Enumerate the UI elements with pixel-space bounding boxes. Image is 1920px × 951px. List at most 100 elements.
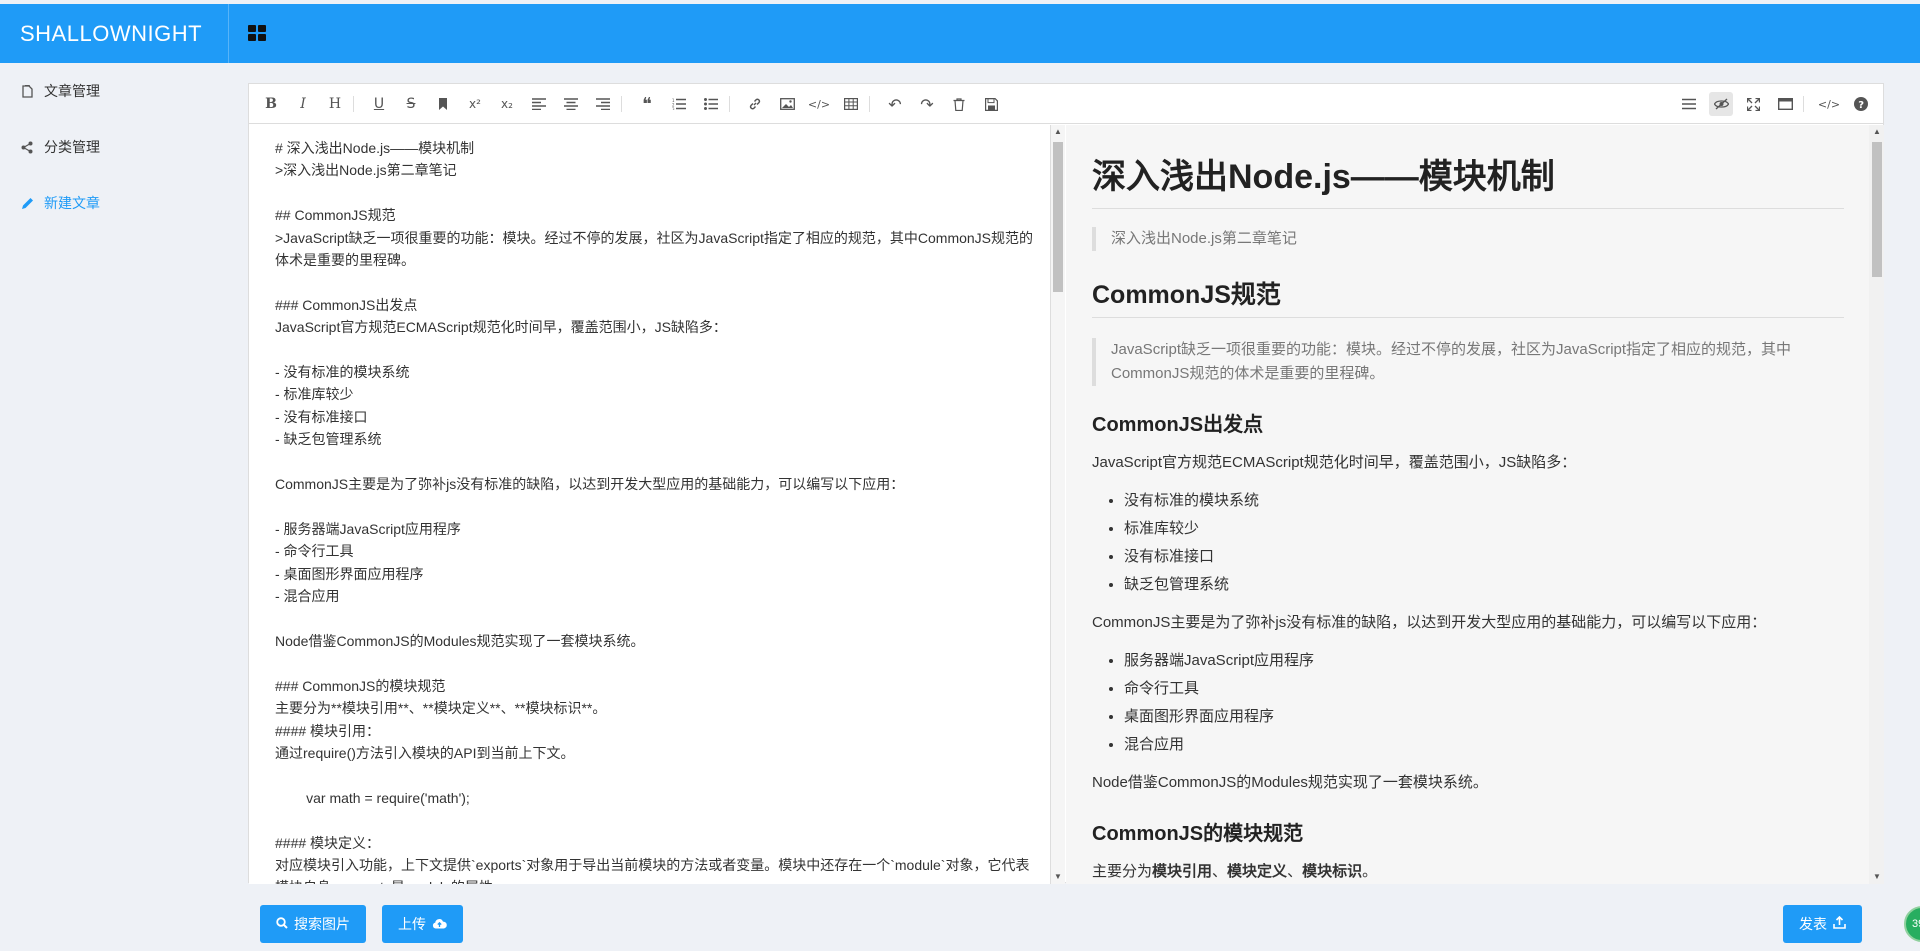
preview-toggle-icon[interactable] <box>1709 92 1733 116</box>
sidebar-item-label: 文章管理 <box>44 83 100 99</box>
upload-button[interactable]: 上传 <box>382 905 463 943</box>
superscript-icon[interactable]: x² <box>463 92 487 116</box>
window-icon[interactable] <box>1773 92 1797 116</box>
list-item: 缺乏包管理系统 <box>1124 571 1844 599</box>
bold-icon[interactable]: B <box>259 92 283 116</box>
subscript-icon[interactable]: x₂ <box>495 92 519 116</box>
list-item: 桌面图形界面应用程序 <box>1124 703 1844 731</box>
scroll-down-arrow-icon[interactable]: ▼ <box>1872 872 1882 882</box>
sidebar-item-label: 新建文章 <box>44 195 100 211</box>
publish-button[interactable]: 发表 <box>1783 905 1862 943</box>
list-item: 混合应用 <box>1124 731 1844 759</box>
bold-text: 模块定义 <box>1227 863 1288 880</box>
svg-text:3: 3 <box>672 107 675 110</box>
bottom-action-bar: 搜索图片 上传 发表 <box>248 897 1884 947</box>
quote-icon[interactable]: ❝ <box>635 92 659 116</box>
scrollbar-thumb[interactable] <box>1872 142 1882 277</box>
preview-quote: 深入浅出Node.js第二章笔记 <box>1092 227 1844 251</box>
trash-icon[interactable] <box>947 92 971 116</box>
text-span: 、 <box>1212 863 1228 880</box>
scroll-up-arrow-icon[interactable]: ▲ <box>1872 127 1882 137</box>
sidebar: 文章管理 分类管理 新建文章 <box>0 63 229 951</box>
floating-badge[interactable]: 39 <box>1904 906 1920 942</box>
list-item: 服务器端JavaScript应用程序 <box>1124 647 1844 675</box>
preview-list: 没有标准的模块系统 标准库较少 没有标准接口 缺乏包管理系统 <box>1092 487 1844 599</box>
preview-list: 服务器端JavaScript应用程序 命令行工具 桌面图形界面应用程序 混合应用 <box>1092 647 1844 759</box>
text-span: 。 <box>1362 863 1378 880</box>
toolbar-divider <box>729 96 730 112</box>
unordered-list-icon[interactable] <box>699 92 723 116</box>
heading-icon[interactable]: H <box>323 92 347 116</box>
toolbar-divider <box>1803 96 1804 112</box>
list-item: 命令行工具 <box>1124 675 1844 703</box>
brand-logo[interactable]: SHALLOWNIGHT <box>0 4 229 63</box>
preview-paragraph: CommonJS主要是为了弥补js没有标准的缺陷，以达到开发大型应用的基础能力，… <box>1092 614 1767 631</box>
link-icon[interactable] <box>743 92 767 116</box>
redo-icon[interactable]: ↷ <box>915 92 939 116</box>
preview-content: 深入浅出Node.js——模块机制 深入浅出Node.js第二章笔记 Commo… <box>1092 149 1844 884</box>
text-span: 主要分为 <box>1092 863 1153 880</box>
sidebar-item-articles[interactable]: 文章管理 <box>0 63 229 119</box>
upload-icon <box>1833 915 1846 932</box>
list-item: 标准库较少 <box>1124 515 1844 543</box>
undo-icon[interactable]: ↶ <box>883 92 907 116</box>
scroll-up-arrow-icon[interactable]: ▲ <box>1053 127 1063 137</box>
bold-text: 模块标识 <box>1302 863 1363 880</box>
grid-icon[interactable] <box>248 25 268 43</box>
ordered-list-icon[interactable]: 123 <box>667 92 691 116</box>
preview-paragraph: 主要分为模块引用、模块定义、模块标识。 <box>1092 860 1844 884</box>
align-right-icon[interactable] <box>591 92 615 116</box>
image-icon[interactable] <box>775 92 799 116</box>
italic-icon[interactable]: I <box>291 92 315 116</box>
list-item: 没有标准的模块系统 <box>1124 487 1844 515</box>
preview-quote: JavaScript缺乏一项很重要的功能：模块。经过不停的发展，社区为JavaS… <box>1092 338 1844 386</box>
search-icon <box>276 916 288 932</box>
upload-label: 上传 <box>398 916 426 932</box>
cloud-upload-icon <box>432 916 447 932</box>
preview-scrollbar[interactable]: ▲ ▼ <box>1869 125 1884 884</box>
preview-h3: CommonJS出发点 <box>1092 414 1264 436</box>
search-images-label: 搜索图片 <box>294 916 350 932</box>
save-icon[interactable] <box>979 92 1003 116</box>
preview-paragraph: Node借鉴CommonJS的Modules规范实现了一套模块系统。 <box>1092 774 1488 791</box>
strikethrough-icon[interactable]: S <box>399 92 423 116</box>
toolbar-divider <box>353 96 354 112</box>
underline-icon[interactable]: U <box>367 92 391 116</box>
sidebar-item-label: 分类管理 <box>44 139 100 155</box>
markdown-editor: B I H U S x² x₂ ❝ 123 </> ↶ ↷ </> ? # 深入… <box>248 83 1884 884</box>
preview-paragraph: JavaScript官方规范ECMAScript规范化时间早，覆盖范围小，JS缺… <box>1092 454 1577 471</box>
text-span: 、 <box>1287 863 1303 880</box>
scrollbar-thumb[interactable] <box>1053 142 1063 292</box>
sidebar-item-categories[interactable]: 分类管理 <box>0 119 229 175</box>
align-left-icon[interactable] <box>527 92 551 116</box>
markdown-source-text[interactable]: # 深入浅出Node.js——模块机制 >深入浅出Node.js第二章笔记 ##… <box>275 137 1035 884</box>
align-center-icon[interactable] <box>559 92 583 116</box>
preview-h2: CommonJS规范 <box>1092 275 1844 318</box>
file-icon <box>20 84 34 98</box>
search-images-button[interactable]: 搜索图片 <box>260 905 366 943</box>
pencil-icon <box>20 196 34 210</box>
svg-text:?: ? <box>1858 100 1864 111</box>
list-item: 没有标准接口 <box>1124 543 1844 571</box>
code-icon[interactable]: </> <box>807 92 831 116</box>
help-icon[interactable]: ? <box>1849 92 1873 116</box>
preview-h3: CommonJS的模块规范 <box>1092 823 1304 845</box>
preview-h1: 深入浅出Node.js——模块机制 <box>1092 149 1844 209</box>
html-code-icon[interactable]: </> <box>1817 92 1841 116</box>
markdown-source-pane[interactable]: # 深入浅出Node.js——模块机制 >深入浅出Node.js第二章笔记 ##… <box>249 125 1051 884</box>
bold-text: 模块引用 <box>1152 863 1213 880</box>
scroll-down-arrow-icon[interactable]: ▼ <box>1053 872 1063 882</box>
sidebar-item-new-article[interactable]: 新建文章 <box>0 175 229 231</box>
toolbar-divider <box>869 96 870 112</box>
toolbar-divider <box>621 96 622 112</box>
preview-pane: 深入浅出Node.js——模块机制 深入浅出Node.js第二章笔记 Commo… <box>1066 125 1884 884</box>
editor-toolbar: B I H U S x² x₂ ❝ 123 </> ↶ ↷ </> ? <box>249 84 1883 124</box>
publish-label: 发表 <box>1799 916 1827 932</box>
top-bar: SHALLOWNIGHT <box>0 4 1920 63</box>
table-icon[interactable] <box>839 92 863 116</box>
source-scrollbar[interactable]: ▲ ▼ <box>1051 125 1065 884</box>
share-icon <box>20 140 34 154</box>
navigation-icon[interactable] <box>1677 92 1701 116</box>
bookmark-icon[interactable] <box>431 92 455 116</box>
fullscreen-icon[interactable] <box>1741 92 1765 116</box>
